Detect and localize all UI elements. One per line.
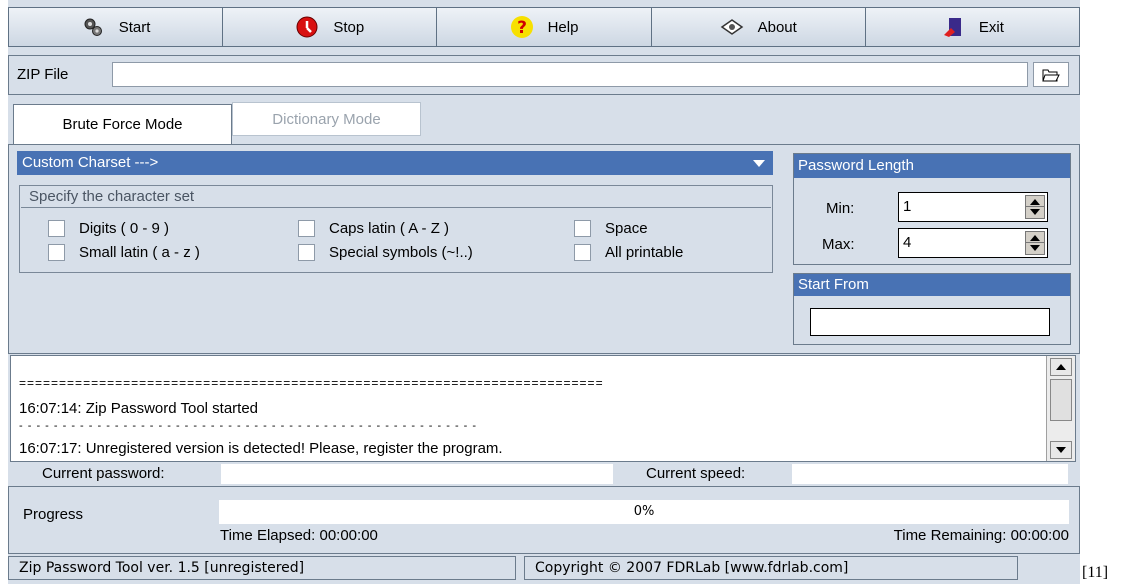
- tab-brute-force-mode[interactable]: Brute Force Mode: [13, 104, 232, 144]
- version-status: Zip Password Tool ver. 1.5 [unregistered…: [8, 556, 516, 580]
- toolbar: Start Stop ? Help About Exit: [8, 7, 1080, 47]
- log-line: 16:07:17: Unregistered version is detect…: [19, 440, 503, 457]
- checkbox-label: Small latin ( a - z ): [79, 244, 200, 261]
- password-length-group: Password Length Min: 1 Max: 4: [793, 153, 1071, 265]
- charset-group-title: Specify the character set: [21, 186, 771, 208]
- scroll-down-icon: [1056, 447, 1066, 453]
- checkbox-label: Caps latin ( A - Z ): [329, 220, 450, 237]
- min-length-value: 1: [903, 198, 912, 215]
- space-checkbox[interactable]: Space: [574, 220, 648, 237]
- tab-dictionary-mode[interactable]: Dictionary Mode: [232, 102, 421, 136]
- spin-down-icon[interactable]: [1030, 245, 1040, 251]
- brute-force-panel: Custom Charset ---> Specify the characte…: [8, 144, 1080, 354]
- special-symbols-checkbox[interactable]: Special symbols (~!..): [298, 244, 473, 261]
- gears-icon: [84, 18, 102, 36]
- spinner-divider: [1026, 206, 1044, 207]
- eye-icon: [720, 19, 743, 35]
- help-label: Help: [547, 18, 579, 36]
- max-length-value: 4: [903, 234, 912, 251]
- start-from-input[interactable]: [810, 308, 1050, 336]
- scroll-up-button[interactable]: [1050, 358, 1072, 376]
- zip-file-label: ZIP File: [17, 66, 69, 83]
- checkbox-box[interactable]: [48, 244, 65, 261]
- current-status-row: Current password: Current speed:: [8, 463, 1080, 485]
- checkbox-label: Space: [605, 220, 648, 237]
- checkbox-box[interactable]: [48, 220, 65, 237]
- log-dash-separator: - - - - - - - - - - - - - - - - - - - - …: [19, 420, 478, 432]
- spin-up-icon[interactable]: [1030, 199, 1040, 205]
- log-scrollbar[interactable]: [1046, 356, 1075, 461]
- copyright-status: Copyright © 2007 FDRLab [www.fdrlab.com]: [524, 556, 1018, 580]
- scroll-down-button[interactable]: [1050, 441, 1072, 459]
- charset-dropdown-value: Custom Charset --->: [22, 154, 159, 171]
- min-label: Min:: [826, 200, 855, 217]
- about-label: About: [757, 18, 797, 36]
- log-output[interactable]: ========================================…: [10, 355, 1076, 462]
- small-latin-checkbox[interactable]: Small latin ( a - z ): [48, 244, 200, 261]
- exit-label: Exit: [978, 18, 1004, 36]
- checkbox-box[interactable]: [298, 220, 315, 237]
- browse-button[interactable]: [1033, 62, 1069, 87]
- checkbox-label: Digits ( 0 - 9 ): [79, 220, 170, 237]
- digits-checkbox[interactable]: Digits ( 0 - 9 ): [48, 220, 169, 237]
- password-length-title: Password Length: [794, 154, 1070, 178]
- checkbox-box[interactable]: [574, 244, 591, 261]
- chevron-down-icon[interactable]: [753, 160, 765, 167]
- progress-bar: 0%: [219, 500, 1069, 524]
- spinner-divider: [1026, 242, 1044, 243]
- charset-group: Specify the character set Digits ( 0 - 9…: [19, 185, 773, 273]
- spinner-buttons[interactable]: [1025, 231, 1045, 255]
- all-printable-checkbox[interactable]: All printable: [574, 244, 683, 261]
- question-icon: ?: [510, 16, 533, 38]
- caps-latin-checkbox[interactable]: Caps latin ( A - Z ): [298, 220, 449, 237]
- exit-door-icon: [943, 18, 961, 37]
- log-line: 16:07:14: Zip Password Tool started: [19, 400, 259, 417]
- start-from-title: Start From: [794, 274, 1070, 296]
- checkbox-box[interactable]: [574, 220, 591, 237]
- checkbox-label: All printable: [605, 244, 684, 261]
- current-password-value: [221, 464, 613, 484]
- help-button[interactable]: ? Help: [437, 8, 652, 46]
- min-length-spinner[interactable]: 1: [898, 192, 1048, 222]
- spin-up-icon[interactable]: [1030, 235, 1040, 241]
- exit-button[interactable]: Exit: [866, 8, 1079, 46]
- app-window: Start Stop ? Help About Exit ZIP File Di…: [8, 0, 1080, 584]
- max-length-spinner[interactable]: 4: [898, 228, 1048, 258]
- open-folder-icon: [1042, 69, 1060, 81]
- start-button[interactable]: Start: [9, 8, 224, 46]
- charset-dropdown[interactable]: Custom Charset --->: [17, 151, 773, 175]
- about-button[interactable]: About: [652, 8, 866, 46]
- scroll-thumb[interactable]: [1050, 379, 1072, 421]
- progress-label: Progress: [23, 506, 84, 523]
- current-password-label: Current password:: [42, 463, 165, 485]
- checkbox-box[interactable]: [298, 244, 315, 261]
- time-elapsed: Time Elapsed: 00:00:00: [220, 527, 378, 544]
- spinner-buttons[interactable]: [1025, 195, 1045, 219]
- current-speed-value: [792, 464, 1068, 484]
- max-label: Max:: [822, 236, 855, 253]
- current-speed-label: Current speed:: [646, 463, 746, 485]
- status-bar: Zip Password Tool ver. 1.5 [unregistered…: [8, 556, 1080, 582]
- checkbox-label: Special symbols (~!..): [329, 244, 473, 261]
- stop-icon: [296, 16, 318, 38]
- caption-reference: [11]: [1082, 564, 1109, 581]
- svg-text:?: ?: [517, 18, 527, 38]
- zip-file-row: ZIP File: [8, 55, 1080, 95]
- time-remaining: Time Remaining: 00:00:00: [893, 527, 1069, 544]
- start-from-group: Start From: [793, 273, 1071, 345]
- stop-label: Stop: [333, 18, 365, 36]
- start-label: Start: [118, 18, 151, 36]
- progress-percent: 0%: [633, 504, 655, 519]
- progress-panel: Progress 0% Time Elapsed: 00:00:00 Time …: [8, 486, 1080, 554]
- scroll-up-icon: [1056, 364, 1066, 370]
- stop-button[interactable]: Stop: [223, 8, 438, 46]
- spin-down-icon[interactable]: [1030, 209, 1040, 215]
- log-separator: ========================================…: [19, 376, 604, 390]
- zip-file-input[interactable]: [112, 62, 1028, 87]
